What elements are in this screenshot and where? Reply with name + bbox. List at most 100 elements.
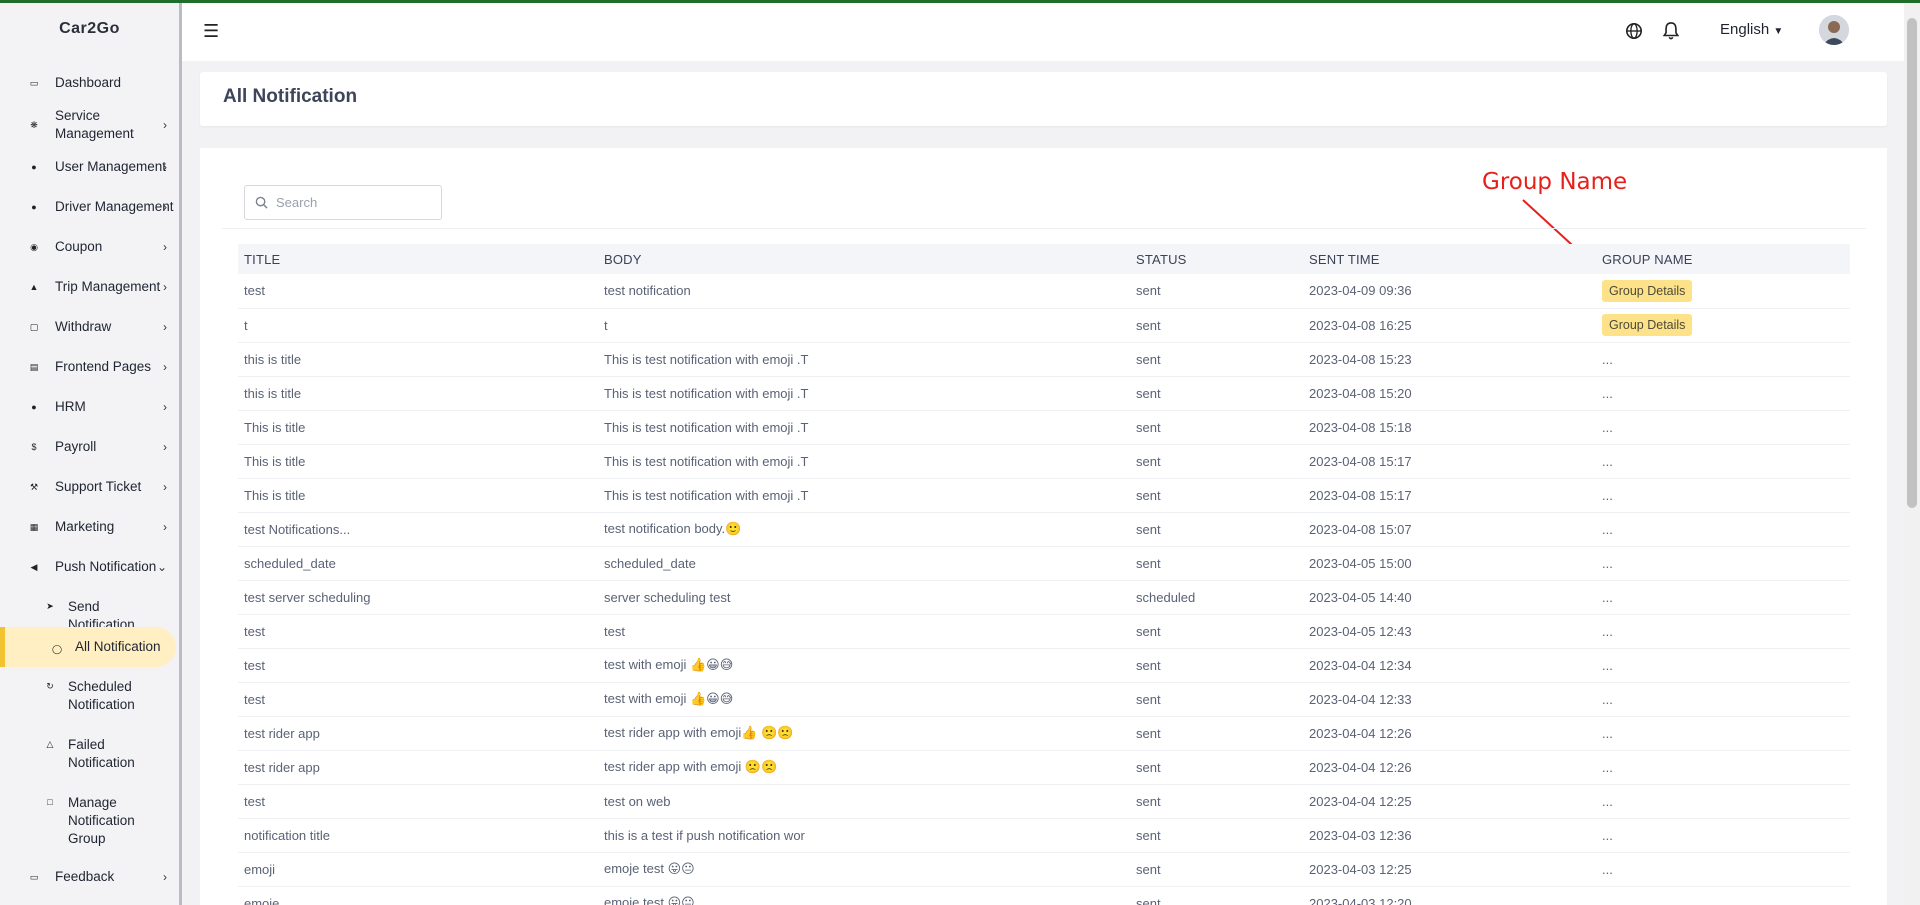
cell-status: sent — [1130, 274, 1303, 309]
sidebar-item-feedback[interactable]: ▭ Feedback › — [0, 857, 179, 897]
notifications-card: Group Name TITLE BODY STATUS SENT TIME G… — [200, 148, 1887, 905]
sidebar-item-coupon[interactable]: ◉ Coupon › — [0, 227, 179, 267]
table-row[interactable]: emoje emoje test 😛😐 sent 2023-04-03 12:2… — [238, 886, 1850, 905]
sidebar-item-frontend-pages[interactable]: ▤ Frontend Pages › — [0, 347, 179, 387]
sidebar-item-support-ticket[interactable]: ⚒ Support Ticket › — [0, 467, 179, 507]
table-row[interactable]: emoji emoje test 😛😐 sent 2023-04-03 12:2… — [238, 852, 1850, 887]
cell-sent-time: 2023-04-03 12:36 — [1303, 818, 1596, 853]
table-row[interactable]: test rider app test rider app with emoji… — [238, 716, 1850, 751]
column-header-group-name[interactable]: GROUP NAME — [1596, 244, 1850, 274]
cell-sent-time: 2023-04-08 15:17 — [1303, 444, 1596, 479]
search-icon — [255, 196, 268, 209]
cell-status: sent — [1130, 376, 1303, 411]
group-details-button[interactable]: Group Details — [1602, 279, 1693, 302]
cell-body: This is test notification with emoji .T — [598, 444, 1130, 479]
car-icon: ▲ — [29, 282, 39, 292]
group-details-button[interactable]: Group Details — [1602, 314, 1693, 336]
table-row[interactable]: t t sent 2023-04-08 16:25 Group Details — [238, 308, 1850, 343]
sidebar-item-hrm[interactable]: ● HRM › — [0, 387, 179, 427]
column-header-body[interactable]: BODY — [598, 244, 1130, 274]
cell-body: test rider app with emoji👍 🙁🙁 — [598, 716, 1130, 751]
cell-title: scheduled_date — [238, 546, 598, 581]
send-icon: ➤ — [46, 601, 54, 611]
cell-sent-time: 2023-04-08 15:23 — [1303, 342, 1596, 377]
table-row[interactable]: test test on web sent 2023-04-04 12:25 .… — [238, 784, 1850, 819]
sidebar-item-marketing[interactable]: ▦ Marketing › — [0, 507, 179, 547]
column-header-title[interactable]: TITLE — [238, 244, 598, 274]
chevron-right-icon: › — [163, 400, 167, 414]
bell-icon[interactable] — [1662, 21, 1680, 41]
cell-group-name: ... — [1596, 886, 1850, 905]
sidebar-subitem-failed-notification[interactable]: △ Failed Notification — [0, 725, 179, 783]
sidebar-item-withdraw[interactable]: ▢ Withdraw › — [0, 307, 179, 347]
table-row[interactable]: test server scheduling server scheduling… — [238, 580, 1850, 615]
sidebar-item-label: Coupon — [55, 239, 103, 254]
cell-group-name: Group Details — [1596, 308, 1850, 343]
cell-title: test — [238, 648, 598, 683]
search-box[interactable] — [244, 185, 442, 220]
chevron-right-icon: › — [163, 870, 167, 884]
table-row[interactable]: test Notifications... test notification … — [238, 512, 1850, 547]
users-icon: ● — [31, 162, 37, 172]
sidebar-item-push-notification[interactable]: ◀ Push Notification ⌄ — [0, 547, 179, 587]
group-empty: ... — [1602, 657, 1613, 673]
sidebar-item-label: Driver Management — [55, 199, 174, 214]
group-empty: ... — [1602, 555, 1613, 571]
brand-logo[interactable]: Car2Go — [0, 3, 179, 55]
column-header-sent-time[interactable]: SENT TIME — [1303, 244, 1596, 274]
cell-title: this is title — [238, 376, 598, 411]
globe-icon[interactable] — [1625, 22, 1643, 40]
group-empty: ... — [1602, 419, 1613, 435]
cell-status: scheduled — [1130, 580, 1303, 615]
language-dropdown[interactable]: English ▼ — [1720, 21, 1783, 38]
sidebar-item-driver-management[interactable]: ● Driver Management › — [0, 187, 179, 227]
column-header-status[interactable]: STATUS — [1130, 244, 1303, 274]
wallet-icon: ▢ — [29, 322, 39, 332]
table-row[interactable]: test test with emoji 👍😀😅 sent 2023-04-04… — [238, 682, 1850, 717]
group-empty: ... — [1602, 351, 1613, 367]
group-empty: ... — [1602, 861, 1613, 877]
sidebar-subitem-manage-notification-group[interactable]: □ Manage Notification Group — [0, 783, 179, 857]
sidebar-subitem-all-notification[interactable]: ◯ All Notification — [0, 627, 176, 667]
cell-status: sent — [1130, 342, 1303, 377]
scrollbar-thumb[interactable] — [1907, 18, 1917, 508]
cell-title: test — [238, 784, 598, 819]
megaphone-icon: ◀ — [30, 562, 38, 572]
cell-body: scheduled_date — [598, 546, 1130, 581]
table-row[interactable]: test rider app test rider app with emoji… — [238, 750, 1850, 785]
sidebar-item-user-management[interactable]: ● User Management › — [0, 147, 179, 187]
cell-group-name: ... — [1596, 750, 1850, 785]
cell-sent-time: 2023-04-04 12:33 — [1303, 682, 1596, 717]
dollar-icon: $ — [31, 442, 37, 452]
search-input[interactable] — [276, 195, 436, 210]
table-row[interactable]: this is title This is test notification … — [238, 376, 1850, 411]
warning-icon: △ — [46, 739, 54, 749]
cell-body: test — [598, 614, 1130, 649]
cell-status: sent — [1130, 716, 1303, 751]
table-row[interactable]: This is title This is test notification … — [238, 478, 1850, 513]
sidebar-item-trip-management[interactable]: ▲ Trip Management › — [0, 267, 179, 307]
table-row[interactable]: scheduled_date scheduled_date sent 2023-… — [238, 546, 1850, 581]
avatar[interactable] — [1819, 15, 1849, 45]
sidebar-item-payroll[interactable]: $ Payroll › — [0, 427, 179, 467]
menu-icon[interactable]: ☰ — [203, 21, 219, 42]
table-row[interactable]: notification title this is a test if pus… — [238, 818, 1850, 853]
group-empty: ... — [1602, 589, 1613, 605]
table-row[interactable]: This is title This is test notification … — [238, 410, 1850, 445]
table-row[interactable]: test test with emoji 👍😀😅 sent 2023-04-04… — [238, 648, 1850, 683]
sidebar-subitem-scheduled-notification[interactable]: ↻ Scheduled Notification — [0, 667, 179, 725]
chevron-down-icon: ⌄ — [156, 560, 167, 574]
chevron-right-icon: › — [163, 440, 167, 454]
table-row[interactable]: This is title This is test notification … — [238, 444, 1850, 479]
group-empty: ... — [1602, 725, 1613, 741]
cell-sent-time: 2023-04-08 16:25 — [1303, 308, 1596, 343]
sidebar-subitem-send-notification[interactable]: ➤ Send Notification — [0, 587, 179, 632]
table-row[interactable]: this is title This is test notification … — [238, 342, 1850, 377]
cell-title: test server scheduling — [238, 580, 598, 615]
cell-sent-time: 2023-04-04 12:25 — [1303, 784, 1596, 819]
sidebar-item-service-management[interactable]: ❋ Service Management › — [0, 103, 179, 147]
sidebar-item-dashboard[interactable]: ▭ Dashboard — [0, 63, 179, 103]
cell-body: server scheduling test — [598, 580, 1130, 615]
table-row[interactable]: test test sent 2023-04-05 12:43 ... — [238, 614, 1850, 649]
table-row[interactable]: test test notification sent 2023-04-09 0… — [238, 274, 1850, 309]
